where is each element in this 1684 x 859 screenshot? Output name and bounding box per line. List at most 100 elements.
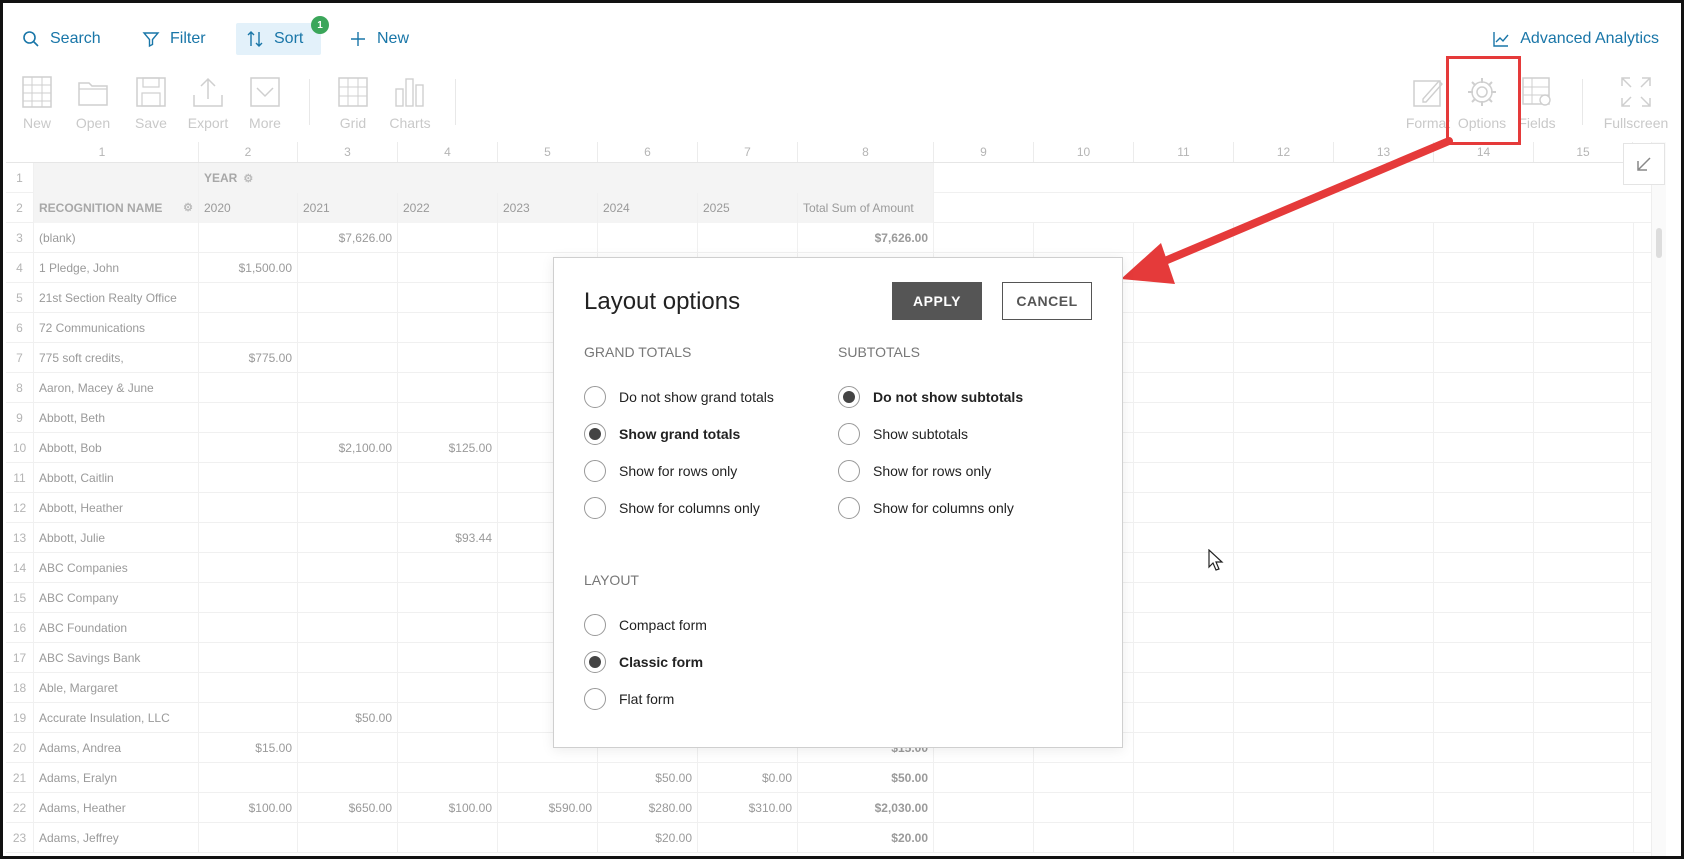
empty-cell[interactable] <box>1334 433 1434 463</box>
total-header-cell[interactable]: Total Sum of Amount <box>798 193 934 223</box>
total-cell[interactable]: $2,030.00 <box>798 793 934 823</box>
empty-cell[interactable] <box>1034 793 1134 823</box>
empty-cell[interactable] <box>1534 763 1634 793</box>
empty-cell[interactable] <box>1534 403 1634 433</box>
empty-cell[interactable] <box>1534 823 1634 853</box>
value-cell[interactable] <box>398 553 498 583</box>
value-cell[interactable] <box>199 313 298 343</box>
toolbar-more[interactable]: More <box>237 75 293 131</box>
value-cell[interactable] <box>398 583 498 613</box>
recognition-name-cell[interactable]: 72 Communications <box>34 313 199 343</box>
radio-option[interactable]: Compact form <box>584 613 707 637</box>
empty-cell[interactable] <box>1534 253 1634 283</box>
empty-cell[interactable] <box>1134 313 1234 343</box>
radio-option[interactable]: Show for columns only <box>584 496 760 520</box>
empty-cell[interactable] <box>1034 823 1134 853</box>
value-cell[interactable] <box>199 403 298 433</box>
empty-cell[interactable] <box>1334 703 1434 733</box>
empty-cell[interactable] <box>1134 253 1234 283</box>
empty-cell[interactable] <box>1434 493 1534 523</box>
empty-cell[interactable] <box>1334 733 1434 763</box>
value-cell[interactable]: $15.00 <box>199 733 298 763</box>
value-cell[interactable] <box>199 223 298 253</box>
empty-cell[interactable] <box>1434 223 1534 253</box>
value-cell[interactable] <box>698 223 798 253</box>
year-field-header[interactable]: YEAR ⚙ <box>199 163 934 193</box>
vertical-scrollbar[interactable] <box>1651 142 1666 856</box>
empty-cell[interactable] <box>1134 343 1234 373</box>
empty-cell[interactable] <box>1334 523 1434 553</box>
toolbar-grid[interactable]: Grid <box>325 75 381 131</box>
value-cell[interactable] <box>199 583 298 613</box>
year-header-cell[interactable]: 2024 <box>598 193 698 223</box>
empty-cell[interactable] <box>1434 613 1534 643</box>
empty-cell[interactable] <box>1334 793 1434 823</box>
recognition-name-cell[interactable]: ABC Companies <box>34 553 199 583</box>
value-cell[interactable]: $93.44 <box>398 523 498 553</box>
recognition-name-cell[interactable]: ABC Company <box>34 583 199 613</box>
radio-button[interactable] <box>584 651 606 673</box>
recognition-name-cell[interactable]: Abbott, Bob <box>34 433 199 463</box>
empty-cell[interactable] <box>1434 313 1534 343</box>
value-cell[interactable]: $775.00 <box>199 343 298 373</box>
empty-cell[interactable] <box>1434 433 1534 463</box>
value-cell[interactable] <box>398 313 498 343</box>
empty-cell[interactable] <box>1434 403 1534 433</box>
value-cell[interactable] <box>698 823 798 853</box>
radio-button[interactable] <box>838 460 860 482</box>
value-cell[interactable]: $7,626.00 <box>298 223 398 253</box>
value-cell[interactable] <box>298 823 398 853</box>
recognition-name-cell[interactable]: Adams, Eralyn <box>34 763 199 793</box>
empty-cell[interactable] <box>1134 733 1234 763</box>
value-cell[interactable]: $125.00 <box>398 433 498 463</box>
search-button[interactable]: Search <box>12 23 111 55</box>
empty-cell[interactable] <box>1534 793 1634 823</box>
empty-cell[interactable] <box>1234 223 1334 253</box>
value-cell[interactable] <box>199 643 298 673</box>
empty-cell[interactable] <box>1234 793 1334 823</box>
value-cell[interactable] <box>398 373 498 403</box>
empty-cell[interactable] <box>1234 433 1334 463</box>
empty-cell[interactable] <box>1134 283 1234 313</box>
radio-option[interactable]: Do not show grand totals <box>584 385 774 409</box>
empty-cell[interactable] <box>1334 223 1434 253</box>
value-cell[interactable] <box>199 373 298 403</box>
value-cell[interactable] <box>298 403 398 433</box>
value-cell[interactable]: $50.00 <box>598 763 698 793</box>
empty-cell[interactable] <box>1134 613 1234 643</box>
empty-cell[interactable] <box>1134 493 1234 523</box>
empty-cell[interactable] <box>1334 823 1434 853</box>
empty-cell[interactable] <box>1334 463 1434 493</box>
empty-cell[interactable] <box>1334 403 1434 433</box>
empty-cell[interactable] <box>1434 823 1534 853</box>
empty-cell[interactable] <box>1134 433 1234 463</box>
value-cell[interactable]: $650.00 <box>298 793 398 823</box>
empty-cell[interactable] <box>1234 313 1334 343</box>
value-cell[interactable] <box>298 583 398 613</box>
toolbar-open[interactable]: Open <box>65 75 121 131</box>
value-cell[interactable] <box>199 523 298 553</box>
year-header-cell[interactable]: 2021 <box>298 193 398 223</box>
empty-cell[interactable] <box>1134 583 1234 613</box>
empty-cell[interactable] <box>1334 373 1434 403</box>
radio-button[interactable] <box>584 497 606 519</box>
value-cell[interactable] <box>199 283 298 313</box>
value-cell[interactable] <box>398 733 498 763</box>
recognition-name-cell[interactable]: Adams, Jeffrey <box>34 823 199 853</box>
advanced-analytics-button[interactable]: Advanced Analytics <box>1492 23 1659 55</box>
radio-button[interactable] <box>584 460 606 482</box>
empty-cell[interactable] <box>1134 793 1234 823</box>
empty-cell[interactable] <box>1534 373 1634 403</box>
empty-cell[interactable] <box>1034 223 1134 253</box>
empty-cell[interactable] <box>1434 373 1534 403</box>
value-cell[interactable] <box>298 253 398 283</box>
value-cell[interactable] <box>298 673 398 703</box>
value-cell[interactable] <box>398 343 498 373</box>
value-cell[interactable] <box>298 283 398 313</box>
empty-cell[interactable] <box>1434 643 1534 673</box>
value-cell[interactable] <box>398 253 498 283</box>
empty-cell[interactable] <box>1534 613 1634 643</box>
empty-cell[interactable] <box>1134 703 1234 733</box>
value-cell[interactable] <box>298 463 398 493</box>
empty-cell[interactable] <box>1334 313 1434 343</box>
